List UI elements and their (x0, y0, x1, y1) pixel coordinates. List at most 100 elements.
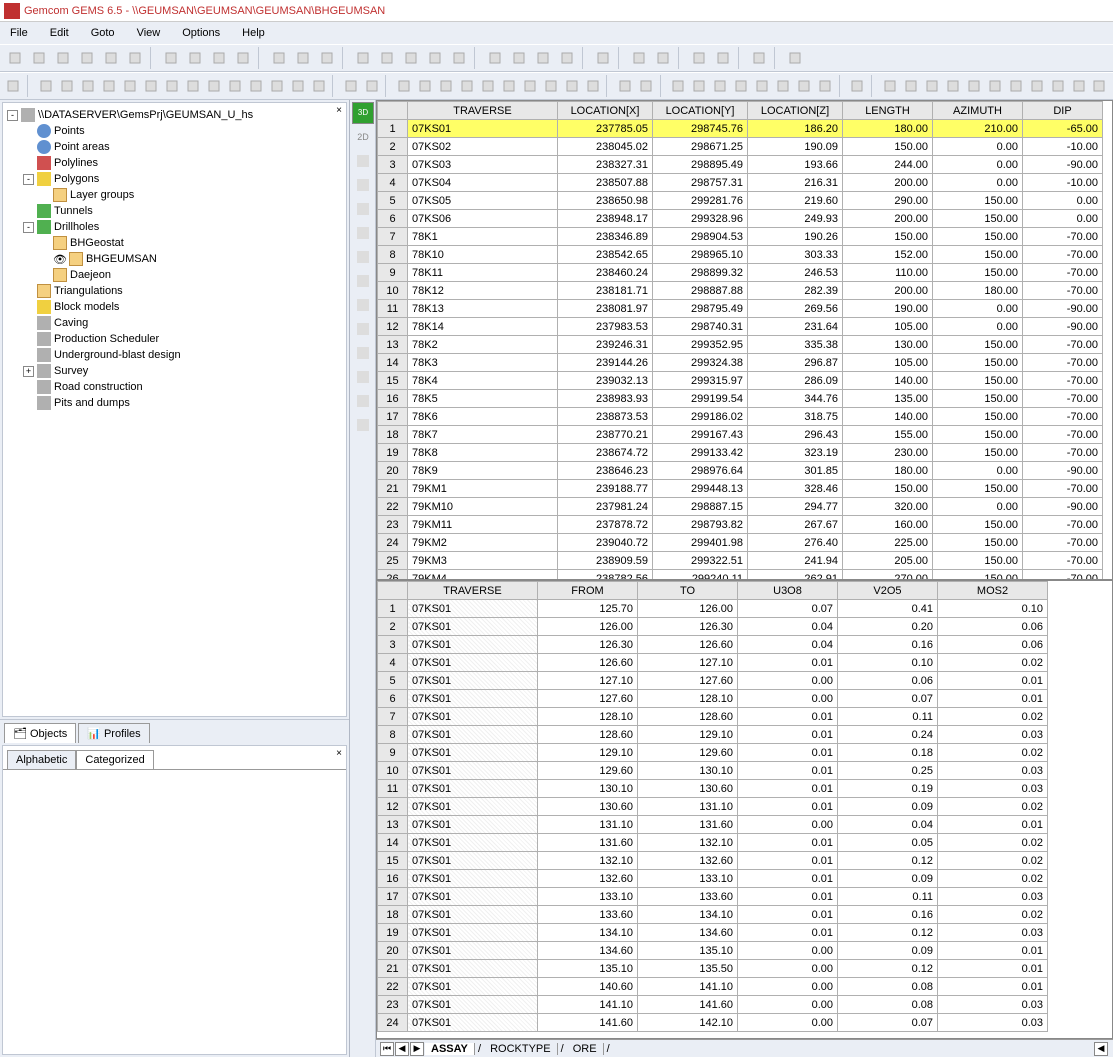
menu-file[interactable]: File (4, 25, 34, 41)
grid-cell[interactable]: 318.75 (748, 408, 843, 426)
tool-button[interactable] (592, 47, 614, 69)
col-header[interactable]: AZIMUTH (933, 102, 1023, 120)
grid-cell[interactable]: 298745.76 (653, 120, 748, 138)
grid-cell[interactable]: 0.00 (738, 960, 838, 978)
grid-cell[interactable]: 0.00 (1023, 210, 1103, 228)
row-header[interactable]: 5 (378, 192, 408, 210)
grid-cell[interactable]: 0.02 (938, 852, 1048, 870)
grid-cell[interactable]: 127.10 (638, 654, 738, 672)
grid-cell[interactable]: -70.00 (1023, 228, 1103, 246)
scroll-left-icon[interactable]: ◀ (1094, 1042, 1108, 1056)
vtool-button[interactable] (352, 222, 374, 244)
assay-grid-wrap[interactable]: TRAVERSEFROMTOU3O8V2O5MOS2107KS01125.701… (376, 580, 1113, 1039)
col-header[interactable]: FROM (538, 582, 638, 600)
grid-cell[interactable]: 298671.25 (653, 138, 748, 156)
grid-cell[interactable]: 216.31 (748, 174, 843, 192)
grid-cell[interactable]: 133.60 (638, 888, 738, 906)
grid-cell[interactable]: -70.00 (1023, 534, 1103, 552)
grid-cell[interactable]: 239246.31 (558, 336, 653, 354)
grid-cell[interactable]: 0.41 (838, 600, 938, 618)
row-header[interactable]: 21 (378, 960, 408, 978)
grid-cell[interactable]: -70.00 (1023, 426, 1103, 444)
tool-button[interactable] (795, 75, 814, 97)
grid-cell[interactable]: 186.20 (748, 120, 843, 138)
grid-cell[interactable]: 0.01 (738, 798, 838, 816)
grid-cell[interactable]: 238909.59 (558, 552, 653, 570)
grid-cell[interactable]: 150.00 (933, 192, 1023, 210)
grid-cell[interactable]: 78K8 (408, 444, 558, 462)
tool-button[interactable] (541, 75, 560, 97)
grid-cell[interactable]: 237785.05 (558, 120, 653, 138)
tree-item[interactable]: Road construction (7, 379, 342, 395)
grid-cell[interactable]: -90.00 (1023, 156, 1103, 174)
col-header[interactable]: U3O8 (738, 582, 838, 600)
tool-button[interactable] (309, 75, 328, 97)
grid-cell[interactable]: 07KS01 (408, 672, 538, 690)
tree-item[interactable]: -Polygons (7, 171, 342, 187)
grid-cell[interactable]: 298757.31 (653, 174, 748, 192)
grid-cell[interactable]: 298887.15 (653, 498, 748, 516)
row-header[interactable]: 1 (378, 600, 408, 618)
tool-button[interactable] (1027, 75, 1046, 97)
row-header[interactable]: 14 (378, 354, 408, 372)
grid-cell[interactable]: 298899.32 (653, 264, 748, 282)
tool-button[interactable] (160, 47, 182, 69)
grid-cell[interactable]: 78K3 (408, 354, 558, 372)
grid-cell[interactable]: -70.00 (1023, 354, 1103, 372)
grid-cell[interactable]: 0.01 (738, 906, 838, 924)
tool-button[interactable] (711, 75, 730, 97)
grid-cell[interactable]: 219.60 (748, 192, 843, 210)
grid-cell[interactable]: -70.00 (1023, 282, 1103, 300)
tool-button[interactable] (124, 47, 146, 69)
grid-cell[interactable]: 0.02 (938, 708, 1048, 726)
tool-button[interactable] (204, 75, 223, 97)
grid-cell[interactable]: 0.01 (738, 708, 838, 726)
tool-button[interactable] (436, 75, 455, 97)
grid-cell[interactable]: 07KS01 (408, 1014, 538, 1032)
tree-item[interactable]: Block models (7, 299, 342, 315)
tree-toggle-icon[interactable]: + (23, 366, 34, 377)
row-header[interactable]: 7 (378, 708, 408, 726)
grid-cell[interactable]: 152.00 (843, 246, 933, 264)
grid-cell[interactable]: 141.60 (538, 1014, 638, 1032)
grid-cell[interactable]: 140.00 (843, 408, 933, 426)
tool-button[interactable] (457, 75, 476, 97)
tool-button[interactable] (183, 75, 202, 97)
grid-cell[interactable]: 303.33 (748, 246, 843, 264)
grid-cell[interactable]: 299328.96 (653, 210, 748, 228)
grid-cell[interactable]: -70.00 (1023, 444, 1103, 462)
tree-toggle-icon[interactable]: - (23, 174, 34, 185)
row-header[interactable]: 2 (378, 618, 408, 636)
row-header[interactable]: 18 (378, 906, 408, 924)
grid-cell[interactable]: 238327.31 (558, 156, 653, 174)
grid-cell[interactable]: 0.01 (938, 978, 1048, 996)
row-header[interactable]: 3 (378, 636, 408, 654)
grid-cell[interactable]: 0.01 (738, 924, 838, 942)
grid-cell[interactable]: 0.00 (738, 996, 838, 1014)
tool-button[interactable] (1069, 75, 1088, 97)
tool-button[interactable] (28, 47, 50, 69)
grid-cell[interactable]: 298887.88 (653, 282, 748, 300)
grid-cell[interactable]: 129.60 (638, 744, 738, 762)
row-header[interactable]: 21 (378, 480, 408, 498)
tool-button[interactable] (478, 75, 497, 97)
grid-cell[interactable]: 07KS01 (408, 942, 538, 960)
grid-cell[interactable]: -70.00 (1023, 246, 1103, 264)
tool-button[interactable] (232, 47, 254, 69)
grid-cell[interactable]: 0.08 (838, 978, 938, 996)
tree-label[interactable]: Daejeon (70, 269, 111, 281)
grid-cell[interactable]: 238045.02 (558, 138, 653, 156)
grid-cell[interactable]: 132.10 (638, 834, 738, 852)
grid-cell[interactable]: -70.00 (1023, 480, 1103, 498)
grid-cell[interactable]: 133.10 (538, 888, 638, 906)
tool-button[interactable] (4, 75, 23, 97)
tool-button[interactable] (341, 75, 360, 97)
row-header[interactable]: 7 (378, 228, 408, 246)
tree-item[interactable]: Underground-blast design (7, 347, 342, 363)
tool-button[interactable] (184, 47, 206, 69)
grid-cell[interactable]: 0.01 (738, 762, 838, 780)
grid-cell[interactable]: 0.01 (938, 942, 1048, 960)
tool-button[interactable] (400, 47, 422, 69)
tool-button[interactable] (267, 75, 286, 97)
row-header[interactable]: 10 (378, 762, 408, 780)
